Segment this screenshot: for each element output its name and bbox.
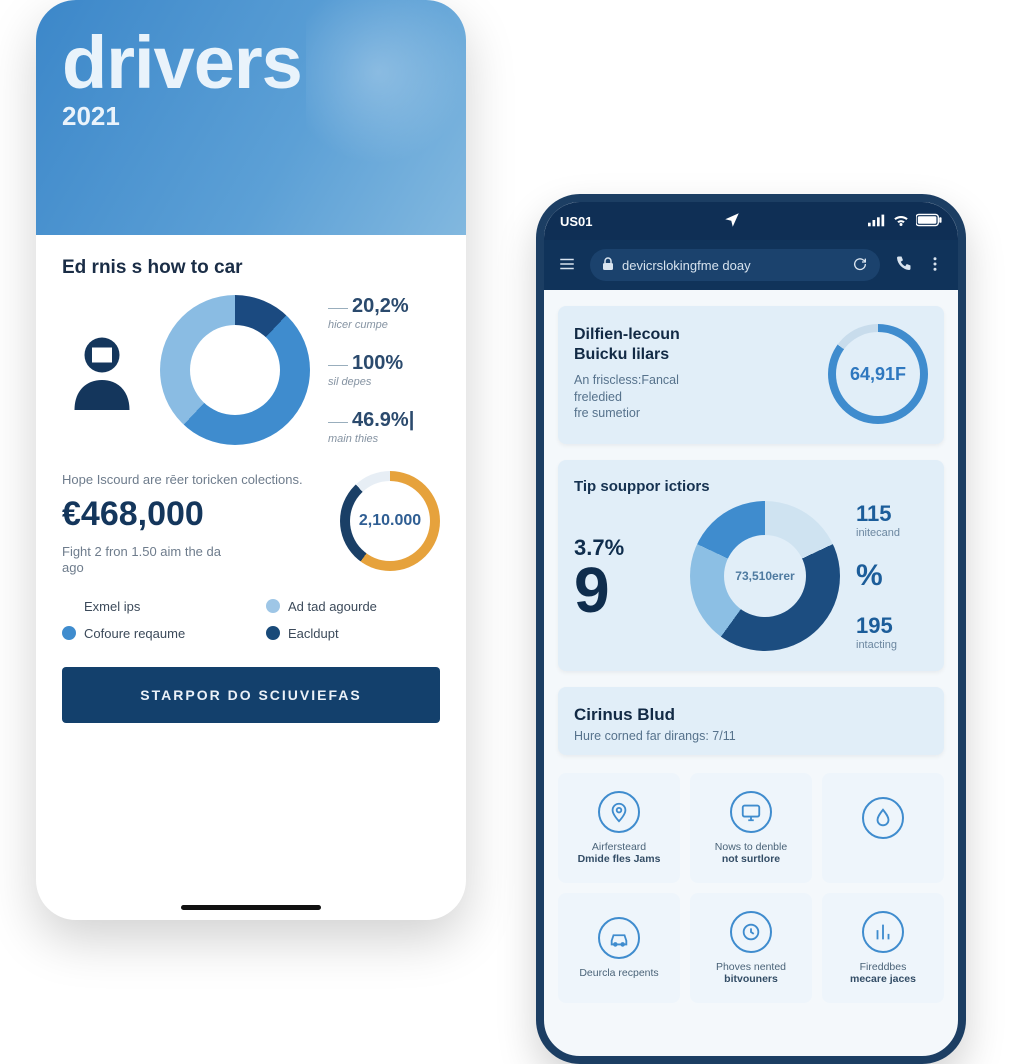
donut-pct-1: 100% <box>352 352 403 374</box>
phone-right-mockup: US01 devicrslokingfme doay Dilfien-lecou… <box>536 194 966 1064</box>
phone-icon[interactable] <box>894 255 912 276</box>
action-0[interactable]: AirfersteardDmide fles Jams <box>558 773 680 883</box>
legend: Exmel ips Ad tad agourde Cofoure reqaume… <box>62 599 440 641</box>
donut-chart <box>160 295 310 445</box>
legend-dot-1 <box>266 599 280 613</box>
left-body: Ed rnis s how to car 20,2% hicer cumpe 10… <box>36 235 466 723</box>
action-5-line2: mecare jaces <box>850 973 916 985</box>
action-0-line1: Airfersteard <box>592 841 646 853</box>
battery-icon <box>916 213 942 230</box>
action-1[interactable]: Nows to denblenot surtlore <box>690 773 812 883</box>
url-text: devicrslokingfme doay <box>622 258 751 273</box>
card3-sub: Hure corned far dirangs: 7/11 <box>574 729 928 743</box>
legend-label-0: Exmel ips <box>84 599 140 614</box>
action-4-line2: bitvouners <box>724 973 778 985</box>
card1-desc: An friscless:Fancal freledied fre sumeti… <box>574 372 814 423</box>
section-title: Ed rnis s how to car <box>62 257 440 279</box>
card1-ring-value: 64,91F <box>850 364 906 385</box>
legend-dot-3 <box>266 626 280 640</box>
card2-r2-value: 195 <box>856 613 900 639</box>
drop-icon <box>862 797 904 839</box>
legend-label-2: Cofoure reqaume <box>84 626 185 641</box>
donut-label-0: hicer cumpe <box>328 319 388 331</box>
card2-donut: 73,510erer <box>690 501 840 651</box>
action-1-line1: Nows to denble <box>715 841 787 853</box>
action-5[interactable]: Fireddbesmecare jaces <box>822 893 944 1003</box>
menu-icon[interactable] <box>558 255 576 276</box>
mid-caption: Hope Iscourd are rēer toricken colection… <box>62 471 310 489</box>
browser-chrome: devicrslokingfme doay <box>544 240 958 290</box>
donut-stats: 20,2% hicer cumpe 100% sil depes 46.9%| mai… <box>328 296 414 445</box>
summary-card[interactable]: Dilfien-lecoun Buicku lilars An friscles… <box>558 306 944 444</box>
status-bar: US01 <box>544 202 958 240</box>
card1-ring: 64,91F <box>828 324 928 424</box>
pin-icon <box>598 791 640 833</box>
home-indicator <box>181 905 321 910</box>
address-bar[interactable]: devicrslokingfme doay <box>590 249 880 281</box>
action-1-line2: not surtlore <box>722 853 780 865</box>
card2-r0-label: initecand <box>856 527 900 539</box>
legend-label-3: Eacldupt <box>288 626 339 641</box>
donut-pct-2: 46.9%| <box>352 409 414 431</box>
card2-r2-label: intacting <box>856 639 900 651</box>
card1-title2: Buicku lilars <box>574 346 814 364</box>
card2-r0-value: 115 <box>856 501 900 527</box>
progress-ring: 2,10.000 <box>340 471 440 571</box>
clock-icon <box>730 911 772 953</box>
card2-title: Tip souppor ictiors <box>574 478 928 495</box>
stats-card[interactable]: Tip souppor ictiors 3.7% 9 73,510erer 11… <box>558 460 944 671</box>
reload-icon[interactable] <box>852 256 868 275</box>
mid-row: Hope Iscourd are rēer toricken colection… <box>62 471 440 577</box>
mid-subtext: Fight 2 fron 1.50 aim the da ago <box>62 544 242 578</box>
ring-value: 2,10.000 <box>359 512 421 530</box>
mid-amount: €468,000 <box>62 495 310 534</box>
action-0-line2: Dmide fles Jams <box>578 853 661 865</box>
lock-icon <box>602 257 614 274</box>
card2-big: 9 <box>574 565 674 616</box>
legend-dot-0 <box>62 599 76 613</box>
screen-icon <box>730 791 772 833</box>
actions-grid: AirfersteardDmide fles Jams Nows to denb… <box>558 773 944 1003</box>
card2-donut-center: 73,510erer <box>724 535 806 617</box>
info-card[interactable]: Cirinus Blud Hure corned far dirangs: 7/… <box>558 687 944 755</box>
action-2[interactable] <box>822 773 944 883</box>
car-icon <box>598 917 640 959</box>
cta-button[interactable]: STARPOR DO SCIUVIEFAS <box>62 667 440 723</box>
card3-title: Cirinus Blud <box>574 705 928 725</box>
legend-label-1: Ad tad agourde <box>288 599 377 614</box>
donut-pct-0: 20,2% <box>352 295 409 317</box>
donut-label-2: main thies <box>328 433 378 445</box>
action-5-line1: Fireddbes <box>860 961 907 973</box>
donut-label-1: sil depes <box>328 376 371 388</box>
signal-icon <box>868 211 886 232</box>
hero-decoration <box>306 0 466 180</box>
hero: drivers 2021 <box>36 0 466 235</box>
location-arrow-icon <box>723 211 741 232</box>
overflow-icon[interactable] <box>926 255 944 276</box>
action-3-line1: Deurcla recpents <box>579 967 658 979</box>
top-row: 20,2% hicer cumpe 100% sil depes 46.9%| mai… <box>62 295 440 445</box>
bars-icon <box>862 911 904 953</box>
status-time: US01 <box>560 214 593 229</box>
action-4-line1: Phoves nented <box>716 961 786 973</box>
phone-left-mockup: drivers 2021 Ed rnis s how to car 20,2% h… <box>36 0 466 920</box>
legend-dot-2 <box>62 626 76 640</box>
action-4[interactable]: Phoves nentedbitvouners <box>690 893 812 1003</box>
person-icon <box>62 330 142 410</box>
card1-title1: Dilfien-lecoun <box>574 326 814 344</box>
action-3[interactable]: Deurcla recpents <box>558 893 680 1003</box>
card2-r1-value: % <box>856 559 900 593</box>
wifi-icon <box>892 211 910 232</box>
